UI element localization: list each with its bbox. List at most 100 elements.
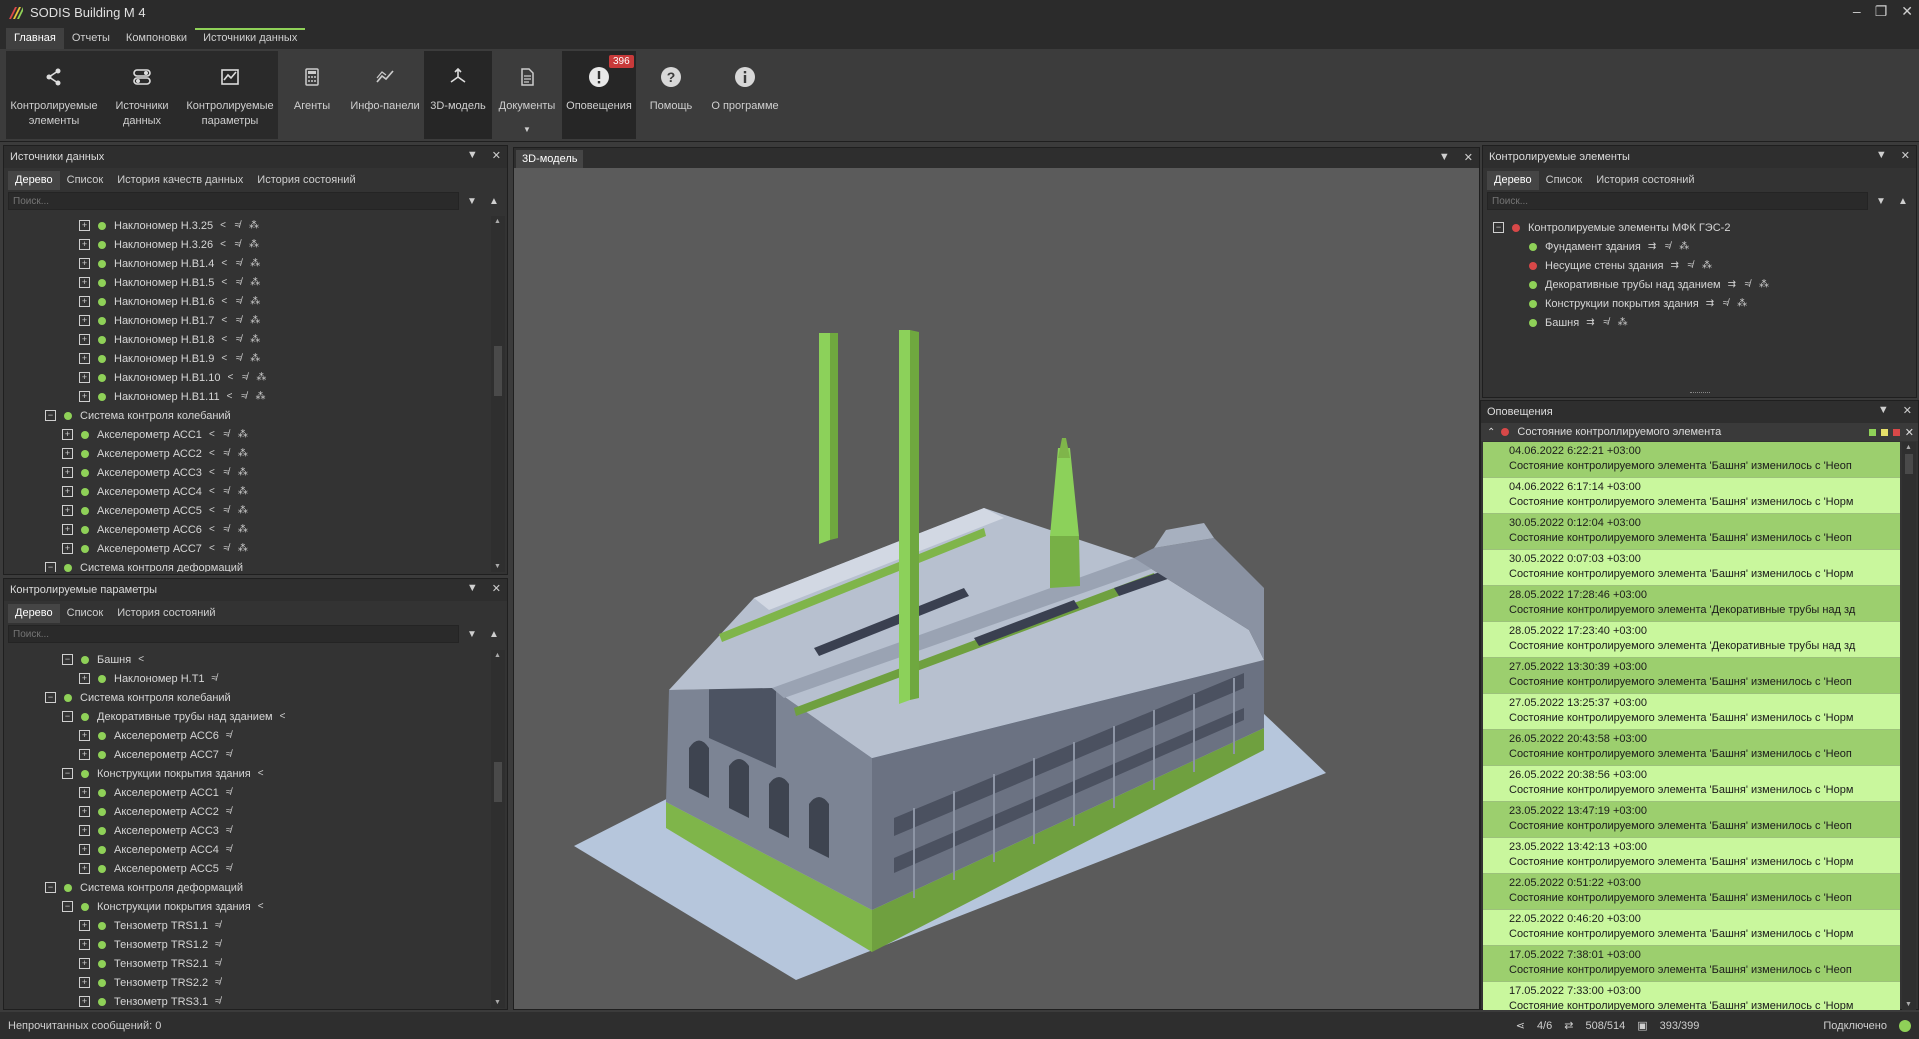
row-action-icons[interactable]: ≉ bbox=[212, 673, 221, 684]
tree-row[interactable]: + Акселерометр АСС7 ≉ bbox=[8, 745, 489, 764]
minimize-button[interactable]: ‒ bbox=[1853, 3, 1861, 20]
expand-icon[interactable]: + bbox=[79, 391, 90, 402]
tab-tree[interactable]: Дерево bbox=[8, 171, 60, 190]
expand-icon[interactable]: + bbox=[62, 505, 73, 516]
expand-icon[interactable]: + bbox=[62, 524, 73, 535]
ribbon-help-button[interactable]: ? Помощь bbox=[636, 51, 706, 139]
expand-icon[interactable]: + bbox=[79, 844, 90, 855]
ribbon-documents-button[interactable]: Документы ▼ bbox=[492, 51, 562, 139]
row-action-icons[interactable]: < ≉ ⁂ bbox=[209, 467, 251, 478]
alert-item[interactable]: 27.05.2022 13:25:37 +03:00 Состояние конт… bbox=[1483, 694, 1900, 730]
tree-row[interactable]: Несущие стены здания ⇉ ≉ ⁂ bbox=[1487, 256, 1898, 275]
menu-tab-layouts[interactable]: Компоновки bbox=[118, 28, 195, 49]
filter-green-icon[interactable] bbox=[1868, 429, 1876, 436]
row-action-icons[interactable]: ≉ bbox=[215, 958, 224, 969]
chevron-down-icon[interactable]: ▼ bbox=[1876, 149, 1887, 162]
filter-red-icon[interactable] bbox=[1892, 429, 1900, 436]
close-icon[interactable]: ✕ bbox=[1903, 404, 1912, 417]
tree-row[interactable]: + Акселерометр АСС7 < ≉ ⁂ bbox=[8, 539, 489, 558]
collapse-icon[interactable]: − bbox=[1493, 222, 1504, 233]
alert-item[interactable]: 30.05.2022 0:07:03 +03:00 Состояние контр… bbox=[1483, 550, 1900, 586]
tree-row[interactable]: + Тензометр TRS3.1 ≉ bbox=[8, 992, 489, 1008]
filter-yellow-icon[interactable] bbox=[1880, 429, 1888, 436]
row-action-icons[interactable]: < ≉ ⁂ bbox=[209, 429, 251, 440]
tree-row[interactable]: + Наклономер Н.В1.9 < ≉ ⁂ bbox=[8, 349, 489, 368]
row-action-icons[interactable]: < ≉ ⁂ bbox=[209, 524, 251, 535]
tree-row[interactable]: + Акселерометр АСС1 < ≉ ⁂ bbox=[8, 425, 489, 444]
menu-tab-main[interactable]: Главная bbox=[6, 28, 64, 49]
building-model[interactable] bbox=[514, 168, 1479, 1009]
row-action-icons[interactable]: < ≉ ⁂ bbox=[209, 505, 251, 516]
alert-item[interactable]: 17.05.2022 7:33:00 +03:00 Состояние контр… bbox=[1483, 982, 1900, 1010]
expand-icon[interactable]: + bbox=[79, 958, 90, 969]
tab-state-history[interactable]: История состояний bbox=[250, 171, 362, 190]
ribbon-3dmodel-button[interactable]: 3D-модель bbox=[424, 51, 492, 139]
expand-icon[interactable]: + bbox=[79, 296, 90, 307]
row-action-icons[interactable]: ≉ bbox=[215, 920, 224, 931]
expand-icon[interactable]: + bbox=[79, 730, 90, 741]
ribbon-datasources-button[interactable]: Источники данных bbox=[102, 51, 182, 139]
maximize-button[interactable]: ❐ bbox=[1875, 3, 1888, 20]
close-icon[interactable]: ✕ bbox=[1901, 149, 1910, 162]
tree-row[interactable]: + Тензометр TRS2.1 ≉ bbox=[8, 954, 489, 973]
row-action-icons[interactable]: < ≉ ⁂ bbox=[221, 315, 263, 326]
row-action-icons[interactable]: ≉ bbox=[215, 977, 224, 988]
tree-row[interactable]: − Башня < bbox=[8, 650, 489, 669]
tree-row[interactable]: − Конструкции покрытия здания < bbox=[8, 897, 489, 916]
tree-row[interactable]: − Система контроля деформаций bbox=[8, 558, 489, 572]
tab-tree[interactable]: Дерево bbox=[1487, 171, 1539, 190]
expand-icon[interactable]: + bbox=[79, 920, 90, 931]
expand-icon[interactable]: + bbox=[79, 353, 90, 364]
tree-row[interactable]: − Система контроля колебаний bbox=[8, 406, 489, 425]
menu-tab-reports[interactable]: Отчеты bbox=[64, 28, 118, 49]
tree-row[interactable]: + Наклономер Н.3.26 < ≉ ⁂ bbox=[8, 235, 489, 254]
expand-icon[interactable]: + bbox=[79, 977, 90, 988]
resize-grip[interactable] bbox=[1690, 392, 1710, 395]
expand-icon[interactable]: + bbox=[79, 863, 90, 874]
expand-icon[interactable]: + bbox=[79, 749, 90, 760]
expand-icon[interactable]: + bbox=[62, 486, 73, 497]
tree-row[interactable]: + Наклономер Н.3.25 < ≉ ⁂ bbox=[8, 216, 489, 235]
tab-3d-model[interactable]: 3D-модель bbox=[516, 150, 584, 168]
search-input[interactable] bbox=[8, 625, 459, 643]
tree-row[interactable]: − Система контроля колебаний bbox=[8, 688, 489, 707]
close-window-button[interactable]: ✕ bbox=[1901, 3, 1913, 20]
row-action-icons[interactable]: ≉ bbox=[226, 825, 235, 836]
collapse-icon[interactable]: − bbox=[45, 692, 56, 703]
tree-row[interactable]: Конструкции покрытия здания ⇉ ≉ ⁂ bbox=[1487, 294, 1898, 313]
tree-row[interactable]: + Наклономер Н.В1.10 < ≉ ⁂ bbox=[8, 368, 489, 387]
row-action-icons[interactable]: < ≉ ⁂ bbox=[221, 353, 263, 364]
row-action-icons[interactable]: < ≉ ⁂ bbox=[209, 486, 251, 497]
tab-tree[interactable]: Дерево bbox=[8, 604, 60, 623]
expand-icon[interactable]: + bbox=[62, 467, 73, 478]
alert-item[interactable]: 23.05.2022 13:42:13 +03:00 Состояние конт… bbox=[1483, 838, 1900, 874]
sort-icon[interactable]: ▲ bbox=[485, 192, 503, 210]
collapse-icon[interactable]: − bbox=[62, 654, 73, 665]
row-action-icons[interactable]: ≉ bbox=[226, 806, 235, 817]
alert-item[interactable]: 17.05.2022 7:38:01 +03:00 Состояние контр… bbox=[1483, 946, 1900, 982]
expand-icon[interactable]: + bbox=[79, 220, 90, 231]
expand-icon[interactable]: + bbox=[79, 806, 90, 817]
chevron-up-icon[interactable]: ⌃ bbox=[1487, 427, 1495, 438]
row-action-icons[interactable]: < ≉ ⁂ bbox=[227, 391, 269, 402]
alert-item[interactable]: 04.06.2022 6:17:14 +03:00 Состояние контр… bbox=[1483, 478, 1900, 514]
filter-icon[interactable]: ▼ bbox=[463, 625, 481, 643]
tab-list[interactable]: Список bbox=[60, 604, 111, 623]
search-input[interactable] bbox=[8, 192, 459, 210]
expand-icon[interactable]: + bbox=[79, 334, 90, 345]
tree-row[interactable]: + Акселерометр АСС5 < ≉ ⁂ bbox=[8, 501, 489, 520]
row-action-icons[interactable]: < ≉ ⁂ bbox=[221, 258, 263, 269]
collapse-icon[interactable]: − bbox=[45, 882, 56, 893]
row-action-icons[interactable]: < ≉ ⁂ bbox=[221, 334, 263, 345]
row-action-icons[interactable]: < bbox=[258, 901, 267, 912]
alert-item[interactable]: 28.05.2022 17:23:40 +03:00 Состояние конт… bbox=[1483, 622, 1900, 658]
tree-row[interactable]: + Акселерометр АСС3 < ≉ ⁂ bbox=[8, 463, 489, 482]
chevron-down-icon[interactable]: ▼ bbox=[467, 582, 478, 595]
tree-row[interactable]: − Система контроля деформаций bbox=[8, 878, 489, 897]
expand-icon[interactable]: + bbox=[79, 372, 90, 383]
tree-row[interactable]: + Акселерометр АСС4 ≉ bbox=[8, 840, 489, 859]
row-action-icons[interactable]: ≉ bbox=[215, 996, 224, 1007]
tree-row[interactable]: + Наклономер Н.В1.11 < ≉ ⁂ bbox=[8, 387, 489, 406]
tree-row[interactable]: + Акселерометр АСС6 ≉ bbox=[8, 726, 489, 745]
tree-row[interactable]: + Акселерометр АСС5 ≉ bbox=[8, 859, 489, 878]
